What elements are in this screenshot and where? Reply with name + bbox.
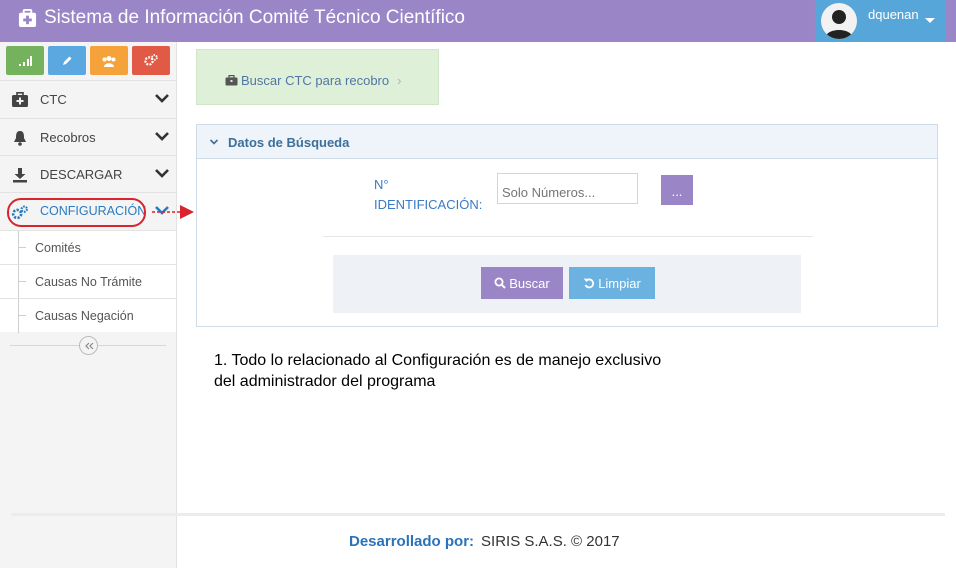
breadcrumb-link[interactable]: Buscar CTC para recobro ›	[225, 73, 401, 88]
app-title: Sistema de Información Comité Técnico Ci…	[44, 7, 465, 28]
search-button[interactable]: Buscar	[481, 267, 563, 299]
clear-button-label: Limpiar	[598, 275, 641, 291]
footer-company: SIRIS S.A.S. © 2017	[481, 533, 620, 550]
double-chevron-left-icon	[84, 342, 93, 349]
app-brand[interactable]: Sistema de Información Comité Técnico Ci…	[18, 7, 465, 29]
submenu-item-label: Causas Negación	[35, 309, 134, 323]
username: dquenan	[868, 7, 919, 22]
shortcut-settings-button[interactable]	[132, 46, 170, 75]
id-field-label-line2: IDENTIFICACIÓN:	[374, 197, 483, 212]
medkit-icon	[18, 8, 37, 27]
cogs-icon	[144, 54, 158, 66]
sidebar-item-ctc[interactable]: CTC	[0, 80, 176, 117]
sidebar-collapse-button[interactable]	[79, 336, 98, 355]
user-menu[interactable]: dquenan	[815, 0, 945, 42]
caret-down-icon	[925, 18, 935, 23]
sidebar-item-descargar[interactable]: DESCARGAR	[0, 155, 176, 192]
medkit-icon	[11, 91, 29, 109]
submenu-item-label: Comités	[35, 241, 81, 255]
panel-title: Datos de Búsqueda	[228, 135, 350, 150]
breadcrumb-label: Buscar CTC para recobro	[241, 73, 390, 88]
avatar	[821, 3, 857, 39]
form-actions: Buscar Limpiar	[333, 255, 801, 313]
clear-button[interactable]: Limpiar	[569, 267, 655, 299]
annotation-highlight	[7, 198, 146, 227]
sidebar: CTC Recobros DESCARGAR CONFIGURACIÓN Com…	[0, 42, 177, 568]
submenu-item-comites[interactable]: Comités	[0, 230, 176, 265]
shortcut-users-button[interactable]	[90, 46, 128, 75]
panel-header[interactable]: Datos de Búsqueda	[197, 125, 937, 159]
submenu-item-label: Causas No Trámite	[35, 275, 142, 289]
shortcut-buttons	[6, 46, 170, 75]
signal-icon	[19, 55, 32, 66]
users-icon	[102, 55, 116, 67]
form-divider	[323, 236, 813, 237]
chevron-down-icon	[155, 132, 169, 141]
id-field-label: N° IDENTIFICACIÓN:	[374, 175, 484, 215]
submenu-item-causas-negacion[interactable]: Causas Negación	[0, 298, 176, 333]
footer-developed-by-label: Desarrollado por:	[349, 533, 475, 550]
briefcase-icon	[225, 75, 238, 86]
sidebar-item-label: DESCARGAR	[40, 167, 123, 182]
id-input[interactable]	[497, 173, 638, 204]
lookup-button[interactable]: ...	[661, 175, 693, 205]
chevron-down-icon	[155, 94, 169, 103]
pencil-icon	[63, 56, 72, 65]
breadcrumb-separator: ›	[397, 73, 402, 88]
chevron-down-icon	[155, 169, 169, 178]
top-bar: Sistema de Información Comité Técnico Ci…	[0, 0, 956, 42]
submenu-item-causas-no-tramite[interactable]: Causas No Trámite	[0, 264, 176, 299]
id-field-label-line1: N°	[374, 177, 389, 192]
shortcut-stats-button[interactable]	[6, 46, 44, 75]
shortcut-edit-button[interactable]	[48, 46, 86, 75]
sidebar-item-label: Recobros	[40, 130, 96, 145]
sidebar-item-label: CTC	[40, 92, 67, 107]
download-icon	[11, 166, 29, 184]
annotation-arrow-icon	[152, 205, 194, 219]
breadcrumb: Buscar CTC para recobro ›	[196, 49, 439, 105]
search-button-label: Buscar	[509, 275, 550, 291]
sidebar-item-recobros[interactable]: Recobros	[0, 118, 176, 155]
footer: Desarrollado por: SIRIS S.A.S. © 2017	[349, 533, 620, 550]
search-panel: Datos de Búsqueda N° IDENTIFICACIÓN: ...…	[196, 124, 938, 327]
bell-icon	[11, 129, 29, 147]
search-icon	[494, 277, 506, 289]
undo-icon	[583, 278, 595, 289]
footer-divider	[11, 513, 945, 516]
chevron-down-icon	[209, 139, 219, 145]
annotation-note: 1. Todo lo relacionado al Configuración …	[214, 352, 662, 390]
